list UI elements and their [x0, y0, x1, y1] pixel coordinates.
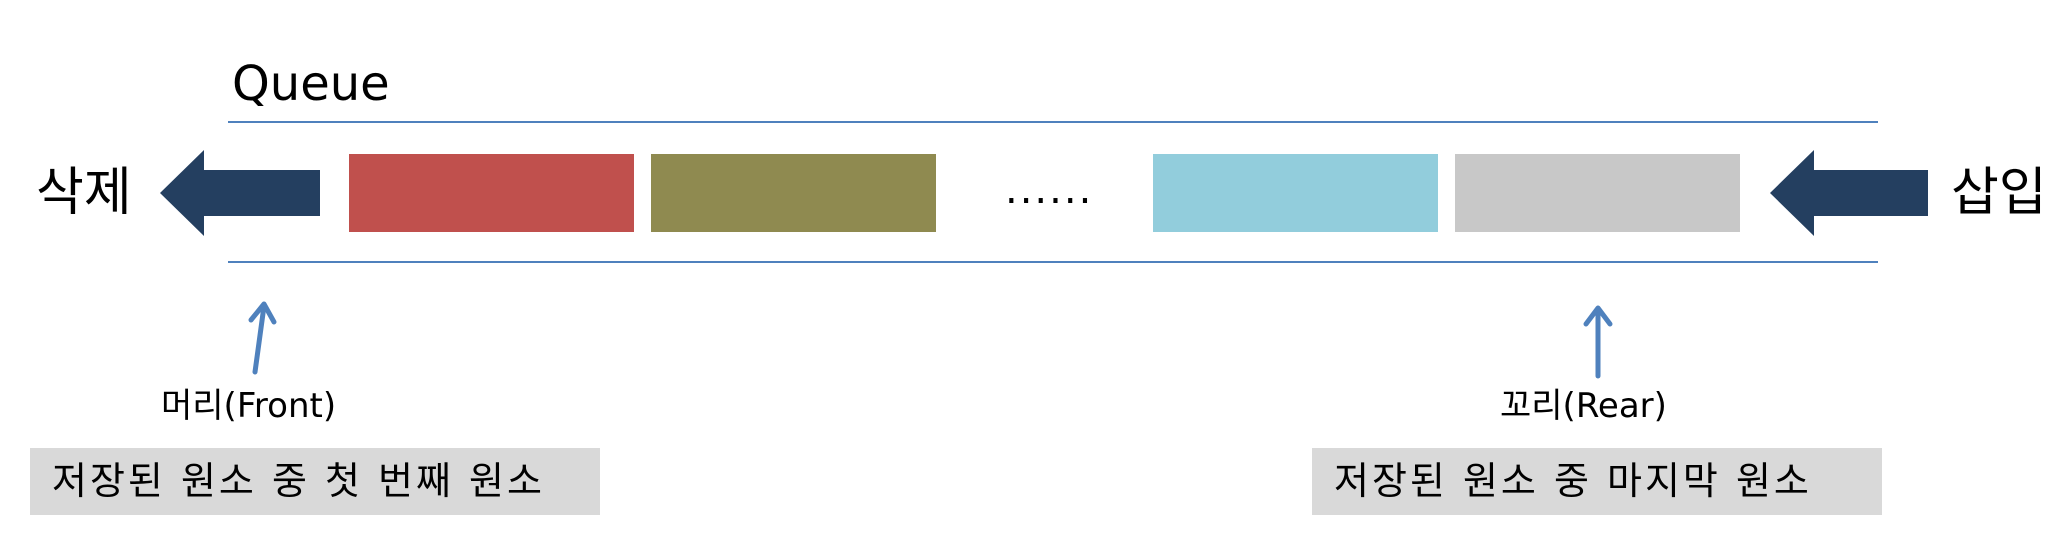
queue-title: Queue	[232, 56, 390, 112]
queue-bottom-border	[228, 261, 1878, 263]
delete-label: 삭제	[36, 163, 132, 223]
rear-label: 꼬리(Rear)	[1500, 386, 1667, 426]
queue-element-3	[1153, 154, 1438, 232]
delete-arrow-shape	[160, 150, 320, 236]
queue-ellipsis: ......	[1005, 167, 1094, 213]
rear-description-box: 저장된 원소 중 마지막 원소	[1312, 448, 1882, 515]
front-label: 머리(Front)	[161, 386, 337, 426]
front-description: 저장된 원소 중 첫 번째 원소	[52, 459, 545, 503]
insert-label: 삽입	[1951, 163, 2047, 223]
queue-top-border	[228, 121, 1878, 123]
rear-description: 저장된 원소 중 마지막 원소	[1334, 459, 1812, 503]
queue-element-4	[1455, 154, 1740, 232]
rear-pointer-arrow-icon	[1583, 305, 1613, 379]
queue-element-1	[349, 154, 634, 232]
insert-arrow-shape	[1770, 150, 1928, 236]
delete-arrow-icon	[160, 150, 320, 236]
queue-element-2	[651, 154, 936, 232]
front-description-box: 저장된 원소 중 첫 번째 원소	[30, 448, 600, 515]
insert-arrow-icon	[1770, 150, 1928, 236]
front-pointer-arrow-icon	[248, 301, 277, 375]
